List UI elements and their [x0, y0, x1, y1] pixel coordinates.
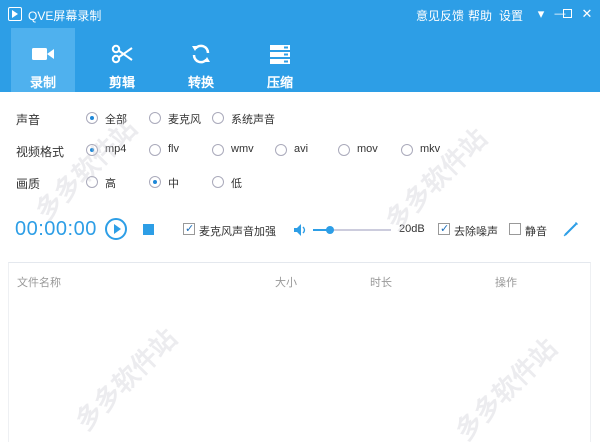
- denoise-label: 去除噪声: [454, 226, 498, 238]
- radio-circle: [86, 144, 98, 156]
- radio-circle: [212, 112, 224, 124]
- radio-circle: [149, 176, 161, 188]
- main-toolbar: 录制 剪辑 转换 压缩: [0, 28, 600, 92]
- column-header-actions: 操作: [495, 277, 517, 289]
- radio-circle: [275, 144, 287, 156]
- radio-label: mkv: [420, 143, 441, 155]
- column-header-filename: 文件名称: [17, 277, 61, 289]
- tab-label: 录制: [29, 75, 56, 90]
- format-label: 视频格式: [16, 145, 65, 159]
- maximize-button[interactable]: [558, 4, 576, 24]
- audio-label: 声音: [16, 113, 41, 127]
- radio-label: flv: [168, 143, 179, 155]
- tab-record[interactable]: 录制: [11, 28, 75, 92]
- close-button[interactable]: ✕: [578, 4, 596, 24]
- speaker-icon: [294, 224, 306, 236]
- file-table: 文件名称 大小 时长 操作: [8, 262, 591, 442]
- volume-slider-knob[interactable]: [326, 226, 335, 234]
- convert-icon: [192, 44, 210, 64]
- radio-label: 全部: [105, 114, 127, 126]
- volume-value: 20dB: [399, 223, 425, 235]
- start-record-button[interactable]: [105, 218, 127, 240]
- tab-label: 剪辑: [108, 75, 135, 90]
- radio-label: mp4: [105, 143, 127, 155]
- checkbox-box: [438, 222, 450, 235]
- tab-label: 压缩: [266, 75, 293, 90]
- video-camera-icon: [32, 48, 54, 60]
- column-header-duration: 时长: [370, 277, 392, 289]
- feedback-link[interactable]: 意见反馈: [416, 7, 464, 24]
- tab-edit[interactable]: 剪辑: [90, 28, 154, 92]
- radio-circle: [149, 144, 161, 156]
- tab-compress[interactable]: 压缩: [248, 28, 312, 92]
- radio-label: wmv: [231, 143, 254, 155]
- mic-boost-label: 麦克风声音加强: [199, 226, 276, 238]
- radio-label: avi: [294, 143, 309, 155]
- menu-dropdown-icon[interactable]: ▾: [532, 4, 550, 24]
- radio-circle: [86, 176, 98, 188]
- radio-label: 低: [231, 178, 242, 190]
- radio-circle: [86, 112, 98, 124]
- quality-label: 画质: [16, 177, 41, 191]
- radio-label: 中: [168, 178, 179, 190]
- radio-circle: [212, 176, 224, 188]
- window-title: QVE屏幕录制: [28, 9, 102, 23]
- tab-convert[interactable]: 转换: [169, 28, 233, 92]
- compress-icon: [270, 45, 290, 64]
- help-link[interactable]: 帮助: [468, 7, 492, 24]
- format-option-row: 视频格式 mp4 flv wmv avi mov mkv: [0, 140, 600, 160]
- column-header-size: 大小: [275, 277, 297, 289]
- radio-label: 系统声音: [231, 114, 275, 126]
- radio-label: 高: [105, 178, 116, 190]
- audio-option-row: 声音 全部 麦克风 系统声音: [0, 108, 600, 128]
- record-timer: 00:00:00: [15, 218, 97, 240]
- settings-link[interactable]: 设置: [499, 7, 523, 24]
- checkbox-box: [183, 222, 195, 235]
- checkbox-box: [509, 223, 521, 235]
- quality-option-row: 画质 高 中 低: [0, 172, 600, 192]
- title-bar: QVE屏幕录制 意见反馈 帮助 设置 ▾ — ✕: [0, 0, 600, 28]
- radio-circle: [401, 144, 413, 156]
- radio-circle: [212, 144, 224, 156]
- mute-label: 静音: [525, 226, 547, 238]
- radio-label: 麦克风: [168, 114, 201, 126]
- radio-circle: [149, 112, 161, 124]
- pen-icon[interactable]: [562, 220, 580, 238]
- radio-label: mov: [357, 143, 378, 155]
- scissors-icon: [111, 44, 133, 64]
- volume-slider[interactable]: [313, 226, 391, 234]
- radio-circle: [338, 144, 350, 156]
- stop-record-button[interactable]: [143, 224, 154, 235]
- tab-label: 转换: [187, 75, 214, 90]
- app-logo-icon: [8, 7, 22, 21]
